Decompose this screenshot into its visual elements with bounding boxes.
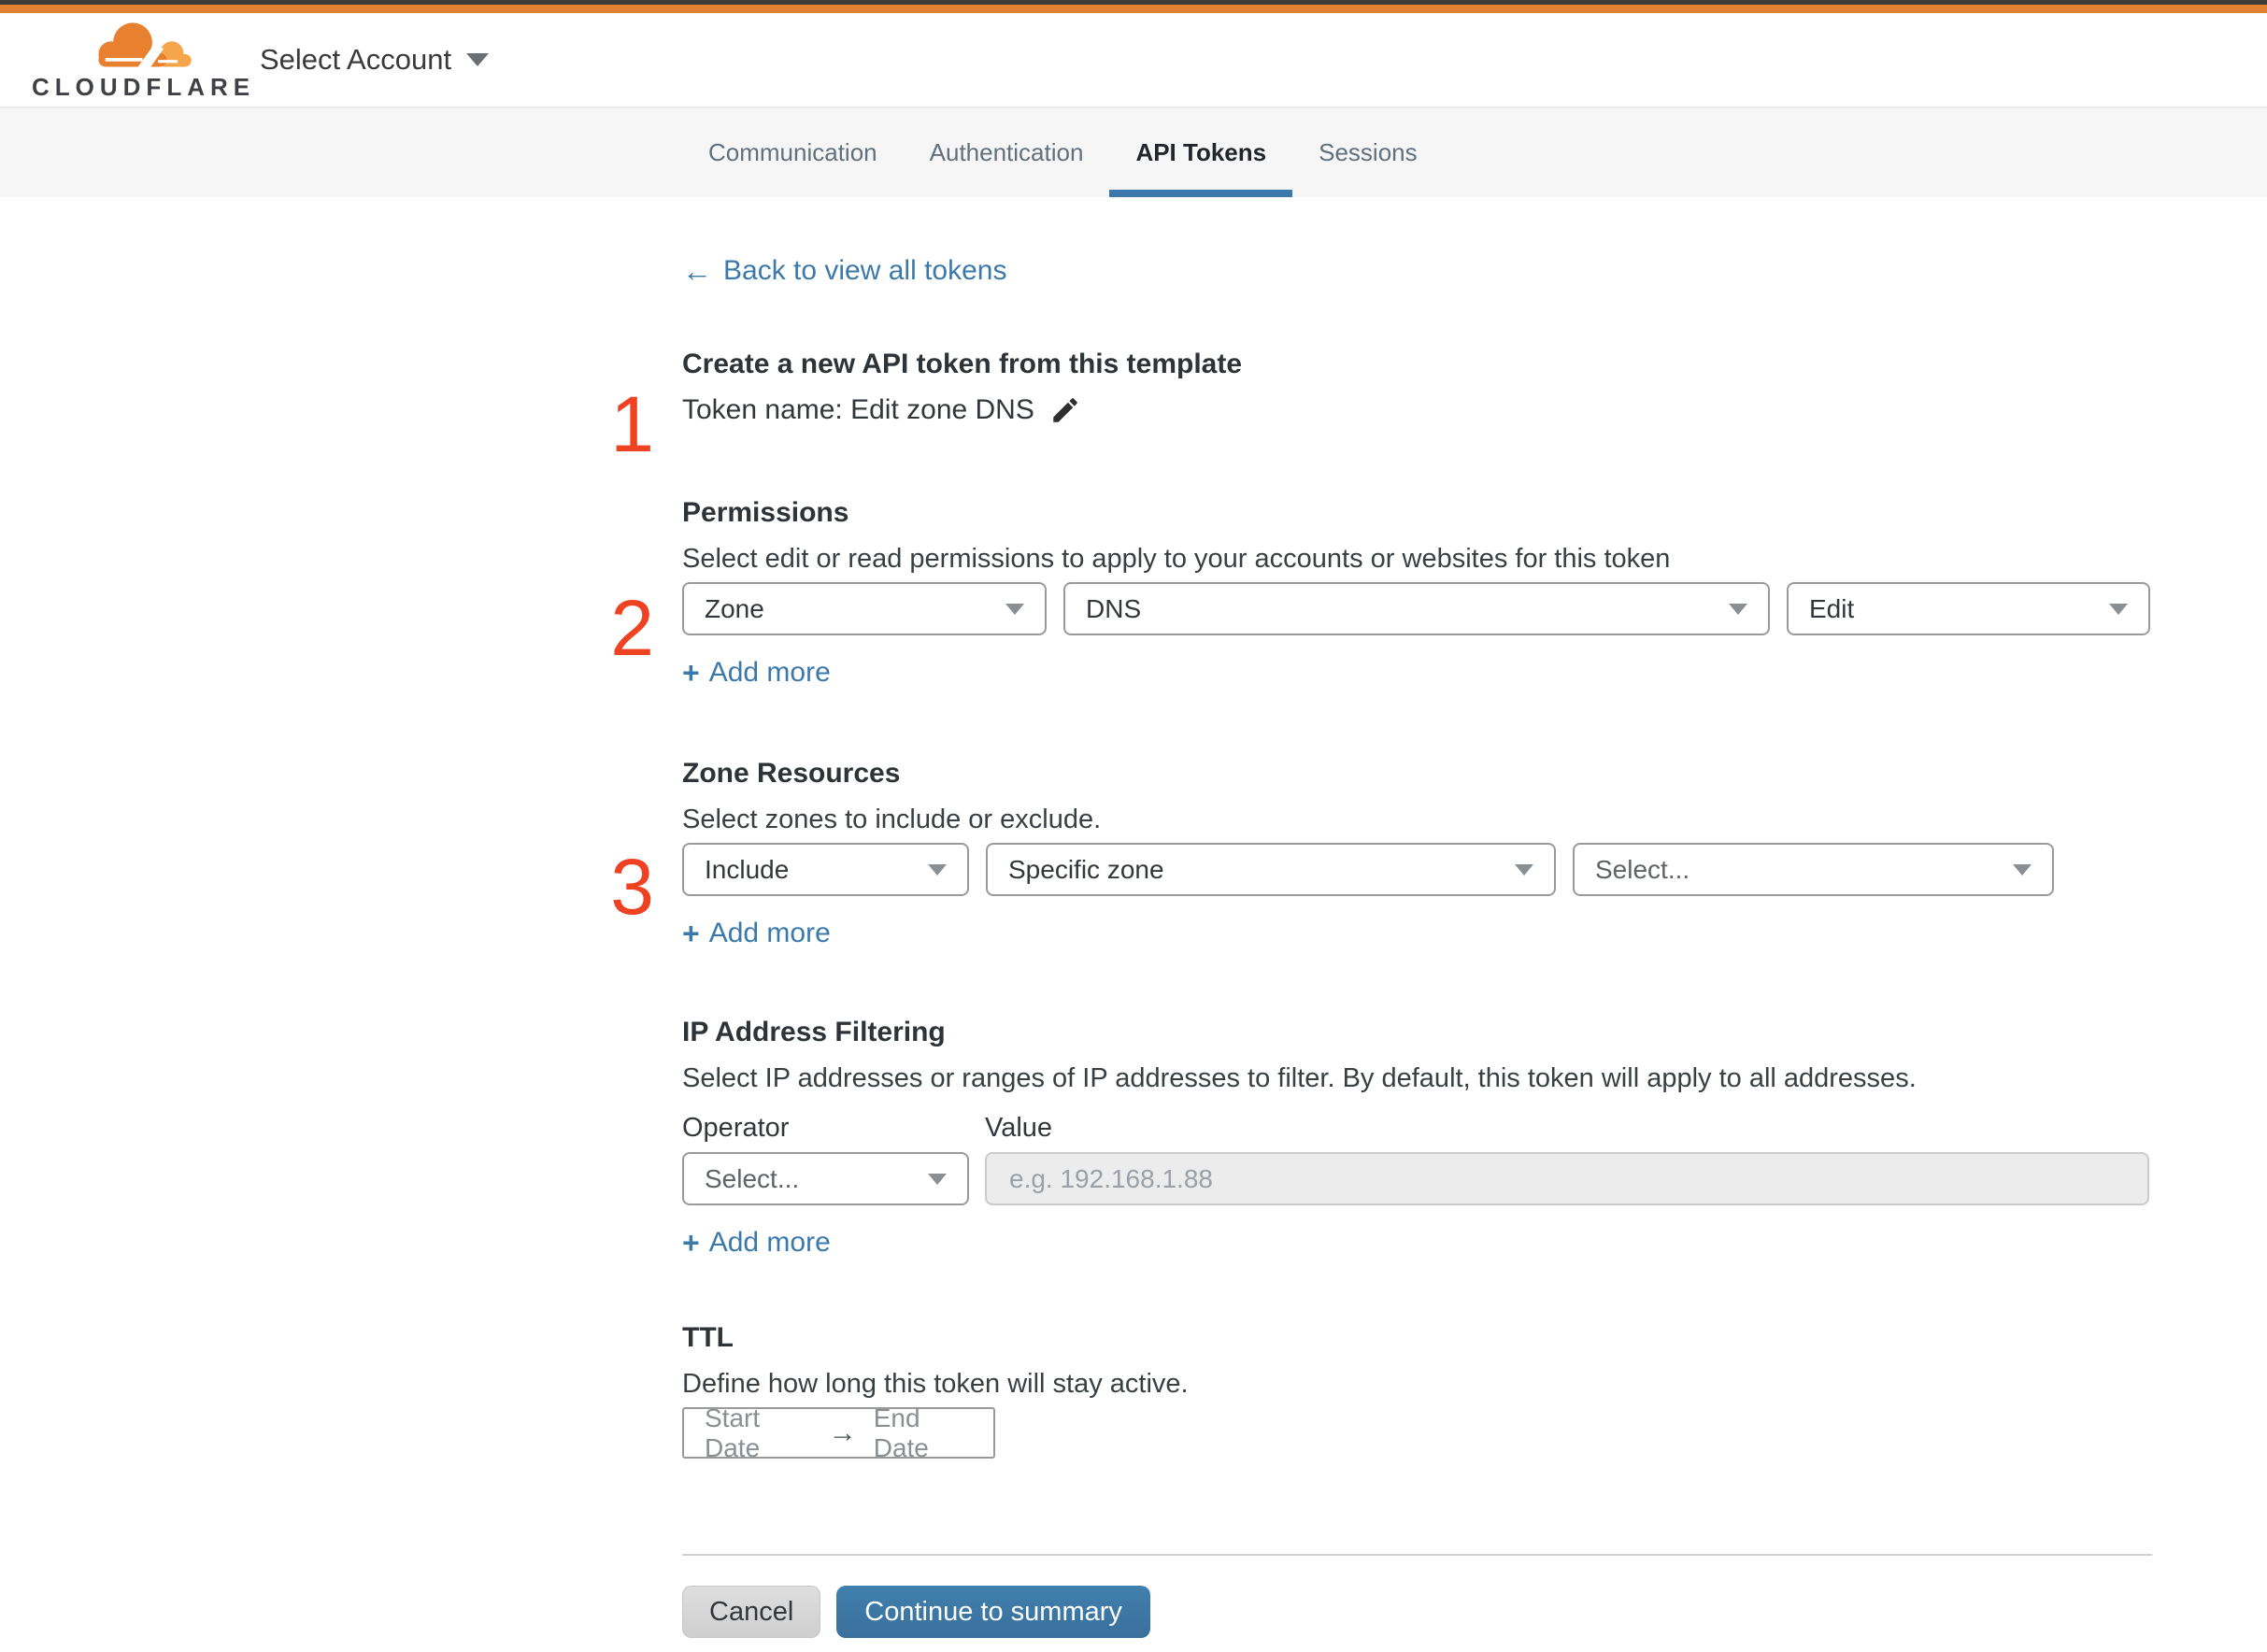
add-more-label: Add more: [708, 657, 831, 688]
add-more-label: Add more: [708, 918, 831, 948]
zone-resources-description: Select zones to include or exclude.: [682, 805, 1102, 834]
start-date-placeholder: Start Date: [705, 1403, 761, 1462]
back-to-tokens-link[interactable]: ← Back to view all tokens: [682, 255, 1006, 287]
ip-filtering-description: Select IP addresses or ranges of IP addr…: [682, 1063, 1917, 1093]
ttl-title: TTL: [682, 1322, 734, 1353]
chevron-down-icon: [466, 53, 490, 66]
ip-value-input[interactable]: [985, 1152, 2149, 1205]
zone-resources-add-more-link[interactable]: + Add more: [682, 917, 831, 950]
plus-icon: +: [682, 656, 700, 690]
chevron-down-icon: [1005, 603, 1024, 615]
footer-divider: [682, 1554, 2152, 1556]
tab-authentication[interactable]: Authentication: [904, 108, 1110, 197]
back-link-label: Back to view all tokens: [723, 255, 1007, 286]
zone-mode-value: Include: [705, 854, 790, 884]
token-name-text: Token name: Edit zone DNS: [682, 394, 1034, 425]
ip-operator-select[interactable]: Select...: [682, 1152, 969, 1205]
end-date-placeholder: End Date: [873, 1403, 929, 1462]
right-arrow-icon: →: [828, 1417, 857, 1448]
account-selector-label: Select Account: [260, 43, 452, 76]
tab-sessions[interactable]: Sessions: [1292, 108, 1444, 197]
plus-icon: +: [682, 917, 700, 950]
chevron-down-icon: [2013, 863, 2032, 876]
cloudflare-logo[interactable]: CLOUDFLARE: [32, 21, 255, 102]
pencil-icon: [1053, 398, 1077, 422]
cloudflare-cloud-icon: [98, 22, 192, 72]
tab-api-tokens[interactable]: API Tokens: [1109, 108, 1292, 197]
permission-access-select[interactable]: Edit: [1787, 582, 2150, 635]
ip-operator-placeholder: Select...: [705, 1163, 800, 1193]
step-number-1: 1: [610, 380, 654, 468]
top-orange-strip: [0, 5, 2267, 13]
add-more-label: Add more: [708, 1227, 831, 1258]
content-area: 1 2 3 ← Back to view all tokens Create a…: [0, 197, 2267, 1645]
account-selector[interactable]: Select Account: [260, 13, 490, 107]
permission-access-value: Edit: [1809, 593, 1855, 623]
back-arrow-icon: ←: [682, 254, 712, 288]
chevron-down-icon: [2109, 603, 2128, 615]
ip-filtering-add-more-link[interactable]: + Add more: [682, 1226, 831, 1260]
cancel-button[interactable]: Cancel: [682, 1586, 821, 1638]
permissions-title: Permissions: [682, 497, 849, 528]
permission-service-select[interactable]: DNS: [1063, 582, 1770, 635]
zone-type-value: Specific zone: [1008, 854, 1164, 884]
continue-to-summary-button[interactable]: Continue to summary: [836, 1586, 1150, 1638]
zone-resources-title: Zone Resources: [682, 758, 901, 789]
header: CLOUDFLARE Select Account: [0, 13, 2267, 107]
cloudflare-wordmark: CLOUDFLARE: [32, 73, 256, 101]
tabbar: Communication Authentication API Tokens …: [0, 107, 2267, 197]
chevron-down-icon: [928, 863, 947, 876]
ttl-date-range-picker[interactable]: Start Date → End Date: [682, 1403, 995, 1462]
chevron-down-icon: [1729, 603, 1747, 615]
ttl-description: Define how long this token will stay act…: [682, 1369, 1189, 1399]
page-title: Create a new API token from this templat…: [682, 349, 1243, 379]
zone-type-select[interactable]: Specific zone: [986, 843, 1556, 896]
edit-token-name-button[interactable]: [1049, 394, 1081, 426]
chevron-down-icon: [1515, 863, 1533, 876]
permissions-description: Select edit or read permissions to apply…: [682, 544, 1671, 574]
permission-scope-value: Zone: [705, 593, 764, 623]
tab-communication[interactable]: Communication: [682, 108, 904, 197]
zone-picker-placeholder: Select...: [1595, 854, 1690, 884]
value-label: Value: [985, 1113, 1053, 1143]
step-number-3: 3: [610, 843, 654, 931]
permissions-add-more-link[interactable]: + Add more: [682, 656, 831, 690]
operator-label: Operator: [682, 1113, 790, 1143]
permission-service-value: DNS: [1086, 593, 1142, 623]
ip-filtering-title: IP Address Filtering: [682, 1017, 946, 1047]
plus-icon: +: [682, 1226, 700, 1260]
api-token-template-page: CLOUDFLARE Select Account Communication …: [0, 0, 2267, 1652]
chevron-down-icon: [928, 1173, 947, 1185]
zone-mode-select[interactable]: Include: [682, 843, 969, 896]
step-number-2: 2: [610, 584, 654, 672]
zone-picker-select[interactable]: Select...: [1573, 843, 2054, 896]
permission-scope-select[interactable]: Zone: [682, 582, 1047, 635]
